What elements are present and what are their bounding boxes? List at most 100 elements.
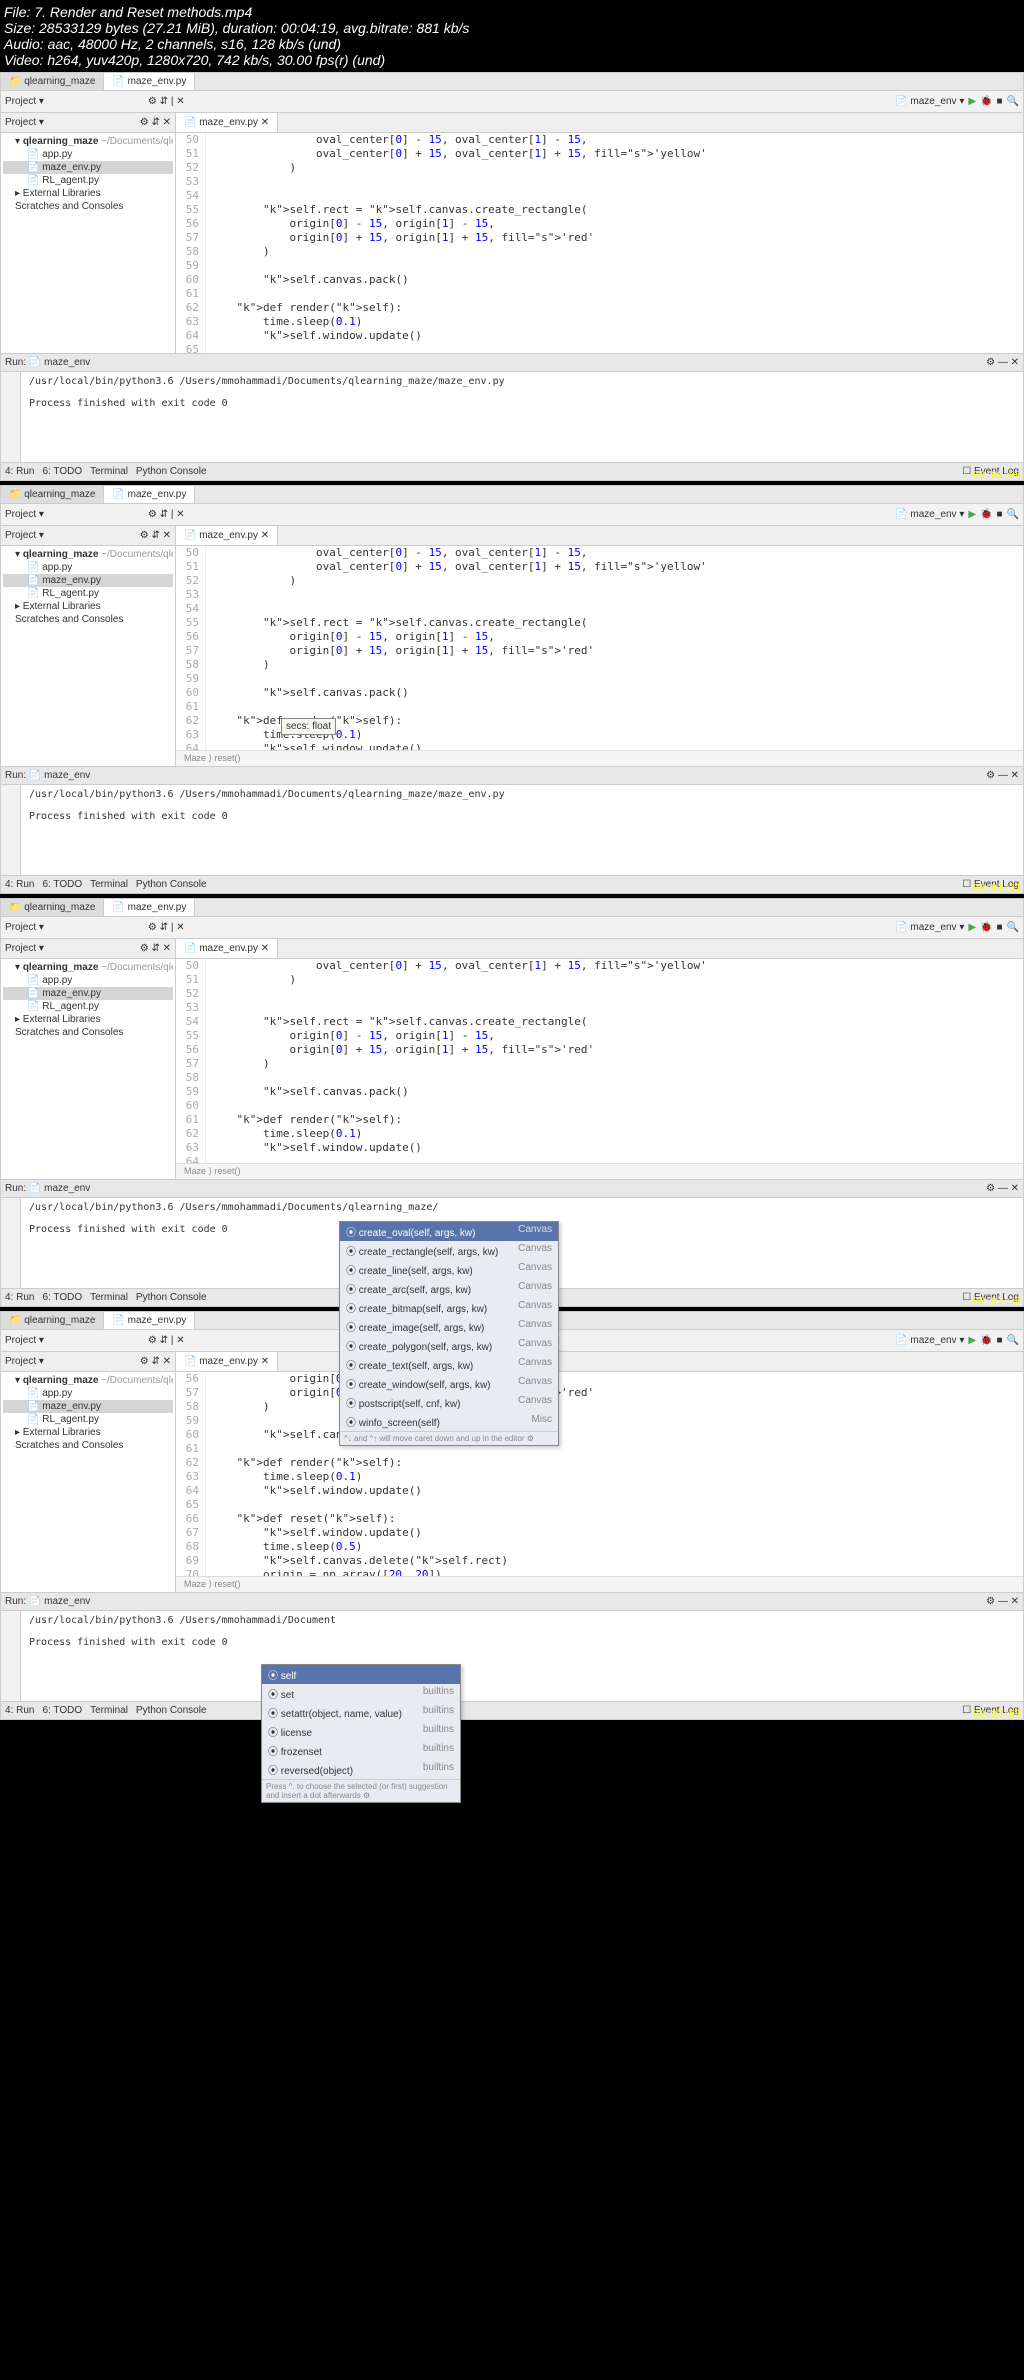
autocomplete-item[interactable]: ⦿ create_bitmap(self, args, kw)Canvas [340,1298,558,1317]
run-config-selector[interactable]: 📄 maze_env ▾ [895,1335,964,1346]
run-config-selector[interactable]: 📄 maze_env ▾ [895,96,964,107]
run-button[interactable]: ▶ [968,509,976,520]
status-tab[interactable]: 6: TODO [42,466,82,477]
console-output[interactable]: /usr/local/bin/python3.6 /Users/mmohamma… [21,1611,1023,1701]
project-tab[interactable]: 📁 qlearning_maze [1,899,104,916]
console-output[interactable]: /usr/local/bin/python3.6 /Users/mmohamma… [21,372,1023,462]
editor-tab[interactable]: 📄 maze_env.py ✕ [176,1352,278,1371]
status-tab[interactable]: 4: Run [5,879,34,890]
tree-file-active[interactable]: 📄 maze_env.py [3,1400,173,1413]
code-editor[interactable]: origin[0] - 15, origin[1] - 15, origin[0… [206,1372,1023,1576]
project-tool-window[interactable]: Project ▾ ⚙ ⇵ ✕ ▾ qlearning_maze ~/Docum… [1,939,176,1179]
tree-root[interactable]: ▾ qlearning_maze ~/Documents/qlearning_m… [3,1374,173,1387]
tree-file[interactable]: 📄 app.py [3,1387,173,1400]
breadcrumb[interactable]: Maze ⟩ reset() [176,1576,1023,1592]
autocomplete-item[interactable]: ⦿ winfo_screen(self)Misc [340,1412,558,1431]
breadcrumb[interactable]: Maze ⟩ reset() [176,1163,1023,1179]
code-editor[interactable]: oval_center[0] - 15, oval_center[1] - 15… [206,133,1023,353]
run-button[interactable]: ▶ [968,922,976,933]
run-side-toolbar[interactable] [1,372,21,462]
run-side-toolbar[interactable] [1,1198,21,1288]
tree-file[interactable]: 📄 app.py [3,974,173,987]
editor-pane[interactable]: 📄 maze_env.py ✕ 505152535455565758596061… [176,113,1023,353]
editor-file-tab[interactable]: 📄 maze_env.py [104,486,195,503]
console-output[interactable]: /usr/local/bin/python3.6 /Users/mmohamma… [21,785,1023,875]
tree-file-active[interactable]: 📄 maze_env.py [3,987,173,1000]
autocomplete-item[interactable]: ⦿ create_text(self, args, kw)Canvas [340,1355,558,1374]
run-side-toolbar[interactable] [1,785,21,875]
status-tab[interactable]: 6: TODO [42,879,82,890]
status-tab[interactable]: Python Console [136,466,207,477]
autocomplete-item[interactable]: ⦿ self [262,1665,460,1684]
tree-scratches[interactable]: Scratches and Consoles [3,200,173,213]
search-button[interactable]: 🔍 [1007,96,1019,107]
debug-button[interactable]: 🐞 [980,509,992,520]
run-tool-header[interactable]: Run: 📄 maze_env ⚙ — ✕ [1,354,1023,372]
project-tool-window[interactable]: Project ▾ ⚙ ⇵ ✕ ▾ qlearning_maze ~/Docum… [1,1352,176,1592]
gutter[interactable]: 5657585960616263646566676869707172737475… [176,1372,206,1576]
code-editor[interactable]: oval_center[0] + 15, oval_center[1] + 15… [206,959,1023,1163]
run-config-selector[interactable]: 📄 maze_env ▾ [895,509,964,520]
gutter[interactable]: 5051525354555657585960616263646566676869… [176,546,206,750]
tree-file-active[interactable]: 📄 maze_env.py [3,574,173,587]
editor-pane[interactable]: 📄 maze_env.py ✕ 565758596061626364656667… [176,1352,1023,1592]
tree-scratches[interactable]: Scratches and Consoles [3,1026,173,1039]
editor-tab[interactable]: 📄 maze_env.py ✕ [176,113,278,132]
editor-tab[interactable]: 📄 maze_env.py ✕ [176,526,278,545]
status-tab[interactable]: Terminal [90,879,128,890]
autocomplete-item[interactable]: ⦿ licensebuiltins [262,1722,460,1741]
autocomplete-item[interactable]: ⦿ create_window(self, args, kw)Canvas [340,1374,558,1393]
editor-file-tab[interactable]: 📄 maze_env.py [104,1312,195,1329]
gutter[interactable]: 5051525354555657585960616263646566676869… [176,959,206,1163]
autocomplete-item[interactable]: ⦿ create_arc(self, args, kw)Canvas [340,1279,558,1298]
tree-file[interactable]: 📄 app.py [3,561,173,574]
tree-file[interactable]: 📄 RL_agent.py [3,174,173,187]
autocomplete-item[interactable]: ⦿ create_polygon(self, args, kw)Canvas [340,1336,558,1355]
autocomplete-item[interactable]: ⦿ create_oval(self, args, kw)Canvas [340,1222,558,1241]
tree-root[interactable]: ▾ qlearning_maze ~/Documents/qlearning_m… [3,961,173,974]
tree-scratches[interactable]: Scratches and Consoles [3,1439,173,1452]
breadcrumb[interactable]: Maze ⟩ reset() [176,750,1023,766]
tree-root[interactable]: ▾ qlearning_maze ~/Documents/qlearning_m… [3,135,173,148]
status-tab[interactable]: 4: Run [5,466,34,477]
autocomplete-item[interactable]: ⦿ setbuiltins [262,1684,460,1703]
status-tab[interactable]: Terminal [90,466,128,477]
status-tab[interactable]: 4: Run [5,1292,34,1303]
stop-button[interactable]: ■ [997,509,1003,520]
status-tab[interactable]: Terminal [90,1705,128,1716]
autocomplete-item[interactable]: ⦿ create_line(self, args, kw)Canvas [340,1260,558,1279]
run-tool-header[interactable]: Run: 📄 maze_env ⚙ — ✕ [1,1593,1023,1611]
tree-ext-libs[interactable]: ▸ External Libraries [3,187,173,200]
project-tool-window[interactable]: Project ▾ ⚙ ⇵ ✕ ▾ qlearning_maze ~/Docum… [1,526,176,766]
search-button[interactable]: 🔍 [1007,922,1019,933]
autocomplete-item[interactable]: ⦿ create_rectangle(self, args, kw)Canvas [340,1241,558,1260]
tree-file[interactable]: 📄 RL_agent.py [3,587,173,600]
editor-file-tab[interactable]: 📄 maze_env.py [104,73,195,90]
status-tab[interactable]: Python Console [136,1705,207,1716]
run-button[interactable]: ▶ [968,1335,976,1346]
status-tab[interactable]: Python Console [136,879,207,890]
editor-file-tab[interactable]: 📄 maze_env.py [104,899,195,916]
gutter[interactable]: 5051525354555657585960616263646566676869… [176,133,206,353]
run-tool-header[interactable]: Run: 📄 maze_env ⚙ — ✕ [1,1180,1023,1198]
autocomplete-item[interactable]: ⦿ create_image(self, args, kw)Canvas [340,1317,558,1336]
status-tab[interactable]: Terminal [90,1292,128,1303]
debug-button[interactable]: 🐞 [980,922,992,933]
editor-tab[interactable]: 📄 maze_env.py ✕ [176,939,278,958]
stop-button[interactable]: ■ [997,96,1003,107]
status-tab[interactable]: 6: TODO [42,1292,82,1303]
run-side-toolbar[interactable] [1,1611,21,1701]
status-tab[interactable]: 6: TODO [42,1705,82,1716]
run-config-selector[interactable]: 📄 maze_env ▾ [895,922,964,933]
tree-file-active[interactable]: 📄 maze_env.py [3,161,173,174]
search-button[interactable]: 🔍 [1007,1335,1019,1346]
tree-ext-libs[interactable]: ▸ External Libraries [3,1013,173,1026]
tree-file[interactable]: 📄 app.py [3,148,173,161]
autocomplete-item[interactable]: ⦿ setattr(object, name, value)builtins [262,1703,460,1722]
tree-file[interactable]: 📄 RL_agent.py [3,1000,173,1013]
stop-button[interactable]: ■ [997,922,1003,933]
tree-ext-libs[interactable]: ▸ External Libraries [3,1426,173,1439]
tree-root[interactable]: ▾ qlearning_maze ~/Documents/qlearning_m… [3,548,173,561]
project-tab[interactable]: 📁 qlearning_maze [1,486,104,503]
autocomplete-item[interactable]: ⦿ postscript(self, cnf, kw)Canvas [340,1393,558,1412]
